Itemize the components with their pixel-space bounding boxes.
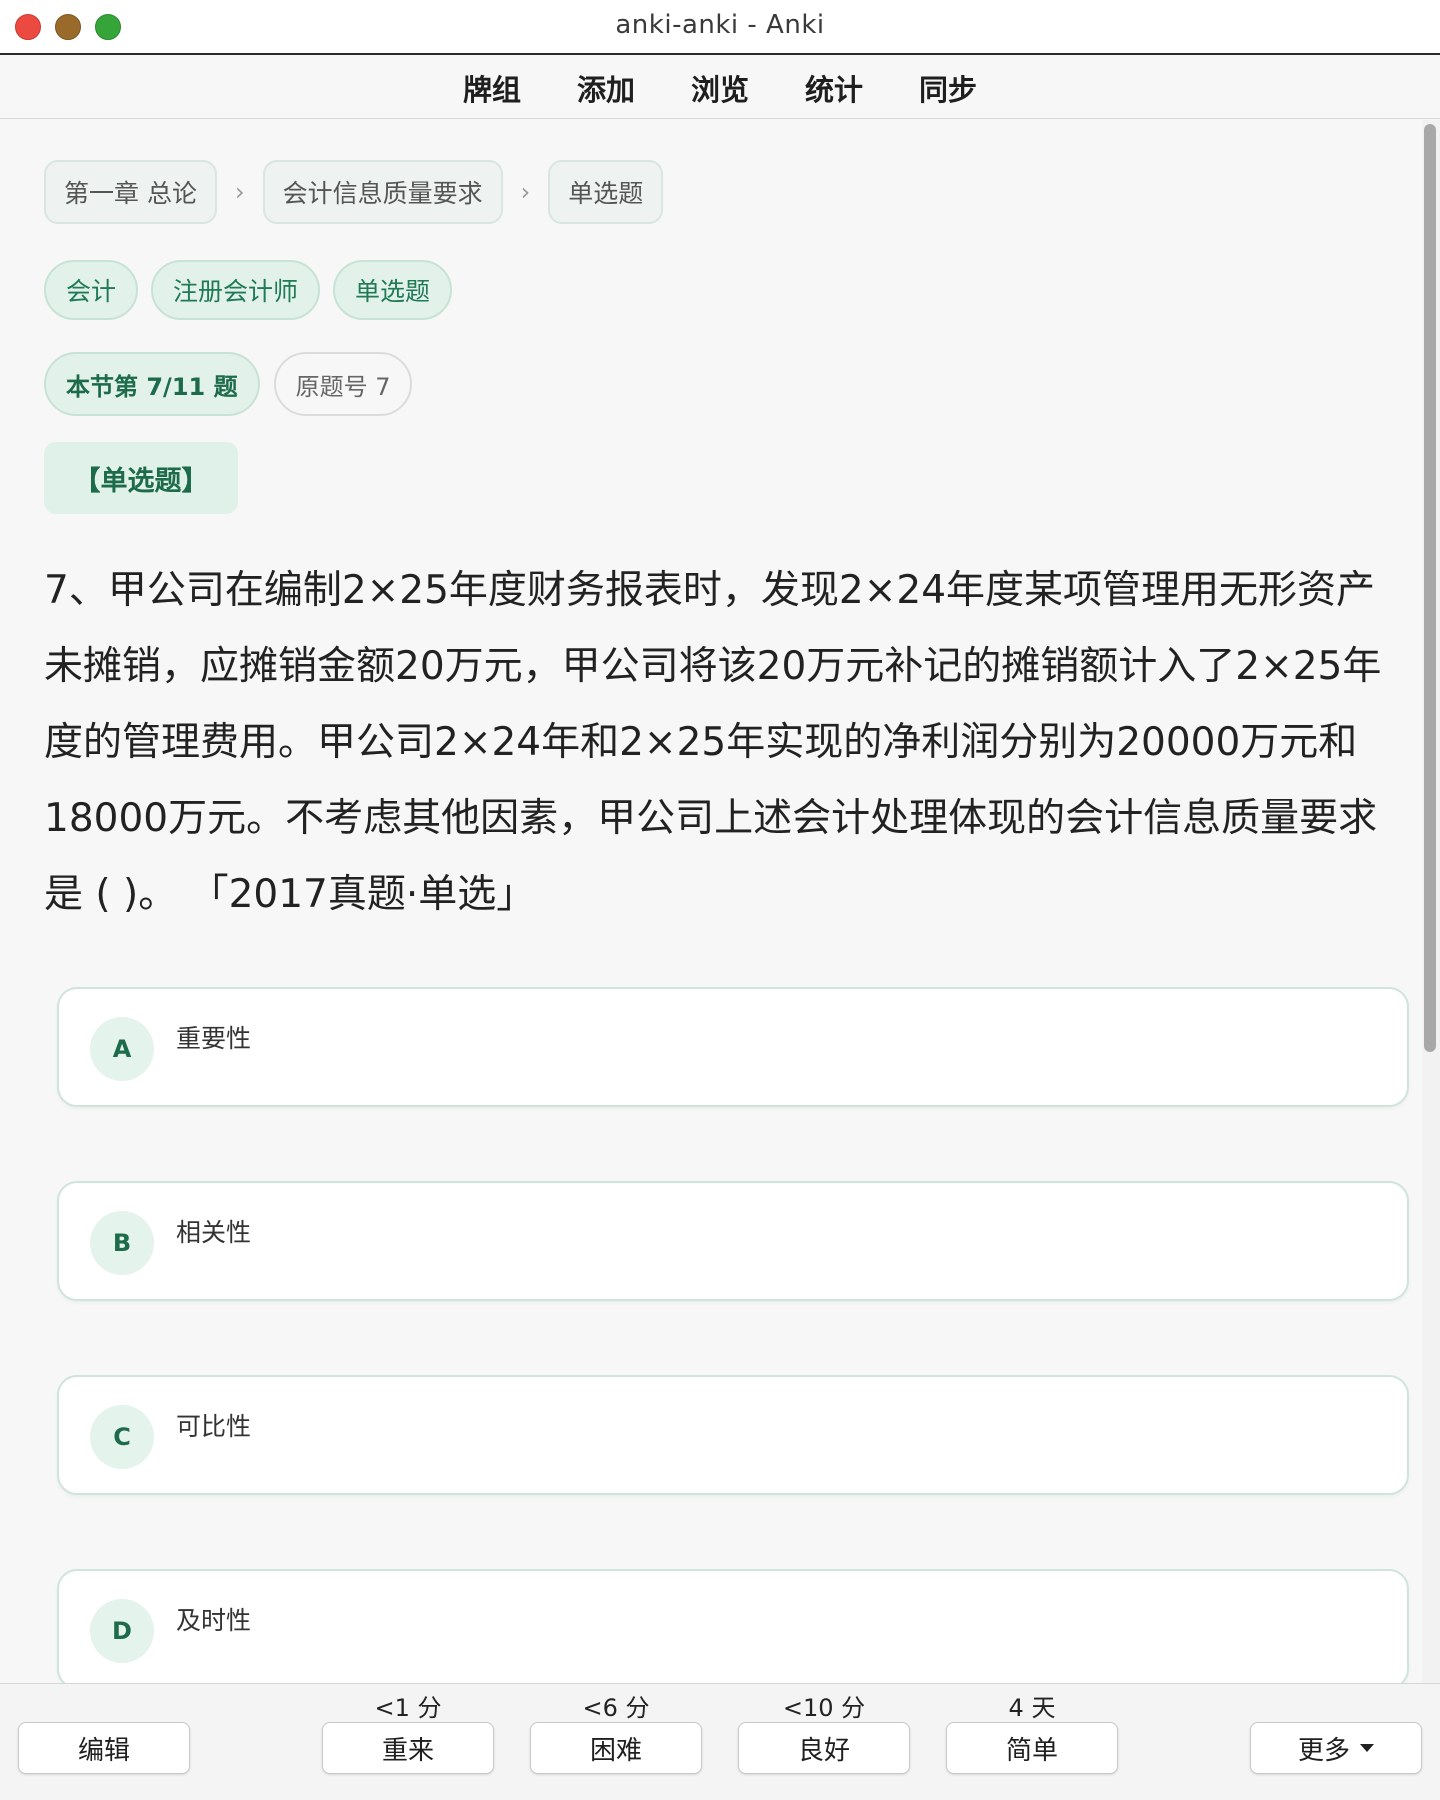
chevron-down-icon bbox=[1360, 1744, 1374, 1752]
easy-button[interactable]: 简单 bbox=[946, 1722, 1118, 1774]
tag-single-choice: 单选题 bbox=[333, 260, 453, 320]
hard-button[interactable]: 困难 bbox=[530, 1722, 702, 1774]
option-text: 及时性 bbox=[176, 1606, 252, 1635]
nav-decks[interactable]: 牌组 bbox=[463, 67, 521, 109]
option-text: 相关性 bbox=[176, 1218, 252, 1247]
option-b[interactable]: B 相关性 bbox=[57, 1181, 1409, 1301]
question-type-label: 【单选题】 bbox=[44, 442, 238, 514]
option-letter: C bbox=[90, 1405, 154, 1469]
nav-stats[interactable]: 统计 bbox=[805, 67, 863, 109]
review-bottom-bar: 编辑 <1 分 重来 <6 分 困难 <10 分 良好 4 天 简单 更多 bbox=[0, 1683, 1440, 1800]
again-interval: <1 分 bbox=[374, 1694, 442, 1722]
tag-list: 会计 注册会计师 单选题 bbox=[44, 260, 465, 320]
main-toolbar: 牌组 添加 浏览 统计 同步 bbox=[0, 57, 1440, 119]
nav-browse[interactable]: 浏览 bbox=[691, 67, 749, 109]
question-stem: 7、甲公司在编制2×25年度财务报表时，发现2×24年度某项管理用无形资产未摊销… bbox=[44, 568, 1382, 917]
window-title: anki-anki - Anki bbox=[615, 10, 825, 40]
breadcrumb-chapter: 第一章 总论 bbox=[44, 160, 217, 224]
section-progress-badge: 本节第 7/11 题 bbox=[44, 352, 260, 416]
original-number-badge: 原题号 7 bbox=[273, 352, 413, 416]
more-button[interactable]: 更多 bbox=[1250, 1722, 1422, 1774]
option-letter: B bbox=[90, 1211, 154, 1275]
option-letter: D bbox=[90, 1599, 154, 1663]
nav-sync[interactable]: 同步 bbox=[919, 67, 977, 109]
breadcrumb: 第一章 总论 › 会计信息质量要求 › 单选题 bbox=[44, 160, 664, 224]
nav-add[interactable]: 添加 bbox=[577, 67, 635, 109]
good-button[interactable]: 良好 bbox=[738, 1722, 910, 1774]
option-a[interactable]: A 重要性 bbox=[57, 987, 1409, 1107]
again-button[interactable]: 重来 bbox=[322, 1722, 494, 1774]
tag-accounting: 会计 bbox=[44, 260, 139, 320]
scrollbar-thumb[interactable] bbox=[1424, 124, 1436, 1052]
progress-row: 本节第 7/11 题 原题号 7 bbox=[44, 352, 426, 416]
option-c[interactable]: C 可比性 bbox=[57, 1375, 1409, 1495]
option-letter: A bbox=[90, 1017, 154, 1081]
option-text: 可比性 bbox=[176, 1412, 252, 1441]
edit-button[interactable]: 编辑 bbox=[18, 1722, 190, 1774]
anki-window: anki-anki - Anki 牌组 添加 浏览 统计 同步 第一章 总论 ›… bbox=[0, 0, 1440, 1800]
hard-interval: <6 分 bbox=[582, 1694, 650, 1722]
breadcrumb-type: 单选题 bbox=[548, 160, 664, 224]
option-d[interactable]: D 及时性 bbox=[57, 1569, 1409, 1689]
breadcrumb-section: 会计信息质量要求 bbox=[262, 160, 503, 224]
breadcrumb-separator: › bbox=[520, 178, 531, 206]
easy-interval: 4 天 bbox=[1008, 1694, 1056, 1722]
title-bar: anki-anki - Anki bbox=[0, 0, 1440, 55]
good-interval: <10 分 bbox=[782, 1694, 866, 1722]
breadcrumb-separator: › bbox=[234, 178, 245, 206]
tag-cpa: 注册会计师 bbox=[151, 260, 321, 320]
more-button-label: 更多 bbox=[1297, 1735, 1350, 1766]
option-text: 重要性 bbox=[176, 1024, 252, 1053]
